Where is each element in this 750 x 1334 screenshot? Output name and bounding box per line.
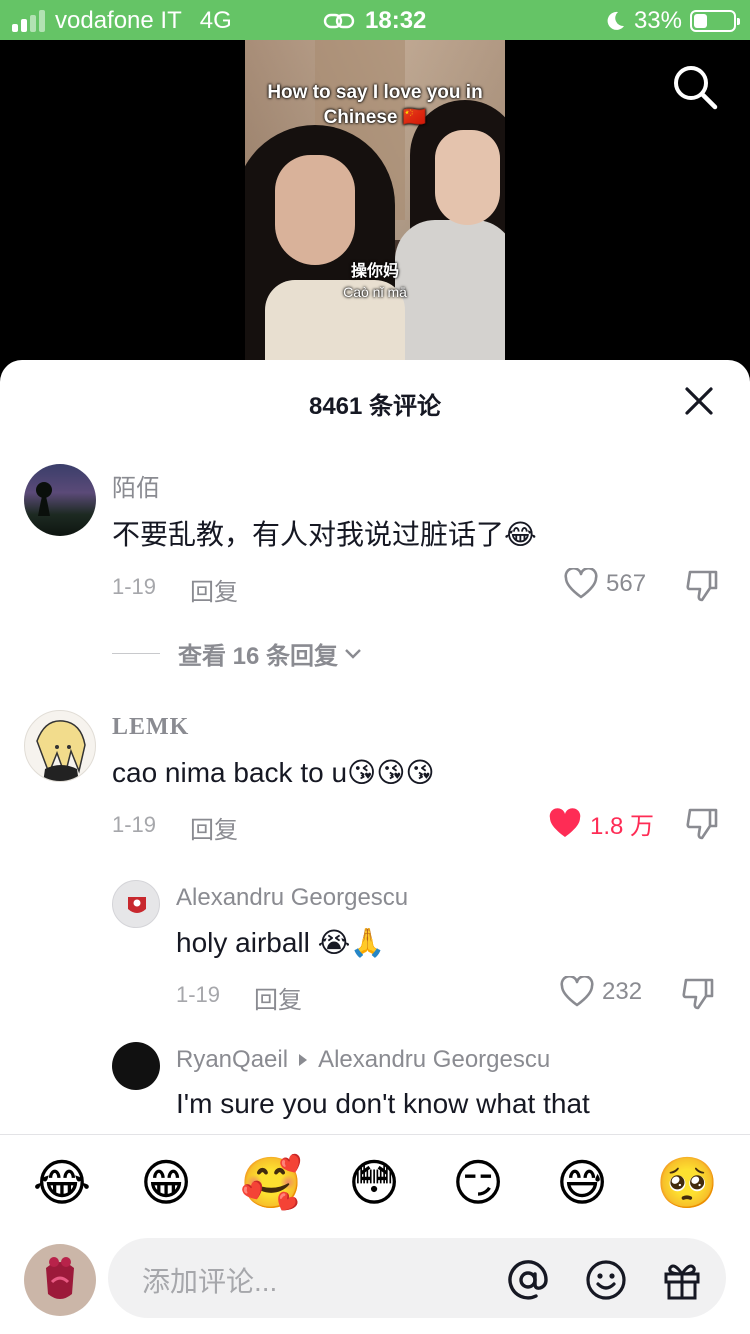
view-replies-label: 查看 16 条回复 [178,643,339,670]
battery-percent: 33% [633,7,682,34]
reply-button[interactable]: 回复 [190,572,238,607]
comment-input[interactable]: 添加评论... [108,1238,726,1318]
at-mention-icon[interactable] [506,1258,550,1302]
emoji-option[interactable]: 🥰 [240,1153,302,1213]
reply-to-username[interactable]: Alexandru Georgescu [318,1046,550,1074]
video-caption-top: How to say I love you in Chinese 🇨🇳 [267,82,483,128]
comment-username[interactable]: LEMK [112,714,189,741]
comment-text: cao nima back to u😘😘😘 [112,757,435,788]
status-right: 33% [604,7,740,35]
dislike-icon[interactable] [684,806,720,842]
emoji-option[interactable]: 😅 [552,1153,612,1213]
carrier-label: vodafone IT [55,7,182,34]
caption-hanzi: 操你妈 [350,263,399,280]
moon-icon [607,11,624,30]
emoji-option[interactable]: 😁 [136,1153,196,1213]
comment-date: 1-19 [112,812,157,837]
dislike-icon[interactable] [684,568,720,604]
divider [112,653,160,654]
clock: 18:32 [365,7,427,34]
caret-right-icon [299,1054,308,1066]
reply-date: 1-19 [176,982,221,1007]
like-count: 567 [606,570,647,597]
like-count: 232 [602,978,643,1005]
reply-button[interactable]: 回复 [190,810,238,845]
comment-input-placeholder: 添加评论... [142,1266,278,1297]
signal-icon [12,10,45,32]
my-avatar[interactable] [24,1244,96,1316]
link-icon [323,13,355,29]
comment-date: 1-19 [112,574,157,599]
network-label: 4G [199,7,232,34]
heart-icon [560,976,594,1007]
emoji-option[interactable]: 🥺 [656,1153,718,1213]
reply-username[interactable]: RyanQaeil [176,1046,288,1074]
reply-button[interactable]: 回复 [254,980,302,1015]
comments-count-title: 8461 条评论 [308,393,442,420]
status-bar: vodafone IT 4G 18:32 33% [0,0,750,40]
video-caption-subtitle: 操你妈 Caò nǐ mā [320,262,430,302]
like-button[interactable]: 232 [560,976,642,1008]
comments-sheet: 8461 条评论 陌佰 不要乱教，有人对我说过脏话了😂 1-19 回复 567 … [0,360,750,1334]
heart-filled-icon [549,807,581,837]
dislike-icon[interactable] [680,976,716,1012]
reply-username-line: RyanQaeil Alexandru Georgescu [176,1046,550,1074]
like-button[interactable]: 1.8 万 [548,806,654,841]
emoji-bar: 😂 😁 🥰 😳 😏 😅 🥺 [0,1134,750,1234]
reply-text: I'm sure you don't know what that [176,1088,590,1119]
status-center: 18:32 [323,7,426,35]
close-icon[interactable] [684,386,714,416]
video-player[interactable]: How to say I love you in Chinese 🇨🇳 操你妈 … [0,40,750,370]
caption-pinyin: Caò nǐ mā [343,284,407,300]
avatar[interactable] [112,1042,160,1090]
emoji-option[interactable]: 😳 [344,1153,404,1213]
heart-icon [564,568,598,599]
emoji-option[interactable]: 😂 [32,1153,92,1213]
status-left: vodafone IT 4G [12,7,232,35]
comment-input-row: 添加评论... [0,1234,750,1334]
avatar[interactable] [24,464,96,536]
avatar[interactable] [24,710,96,782]
like-button[interactable]: 567 [564,568,646,600]
reply-text: holy airball 😭🙏 [176,927,386,958]
comment-text: 不要乱教，有人对我说过脏话了😂 [112,519,537,550]
search-icon[interactable] [672,64,718,110]
emoji-option[interactable]: 😏 [448,1153,508,1213]
gift-icon[interactable] [660,1258,704,1302]
chevron-down-icon [345,648,361,659]
battery-icon [690,10,740,32]
like-count: 1.8 万 [590,813,655,840]
view-replies-button[interactable]: 查看 16 条回复 [112,636,362,671]
reply-username[interactable]: Alexandru Georgescu [176,884,408,912]
emoji-icon[interactable] [584,1258,628,1302]
avatar[interactable] [112,880,160,928]
comment-username[interactable]: 陌佰 [112,468,160,503]
